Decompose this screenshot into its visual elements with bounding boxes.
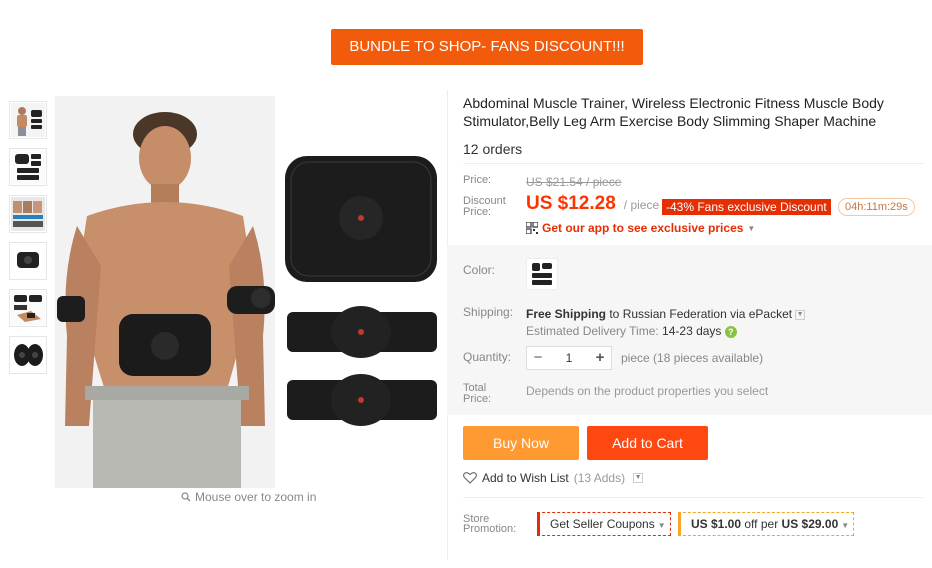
color-label: Color: (463, 263, 496, 277)
discount-price-label: Discount Price: (463, 195, 506, 218)
estimated-delivery-value: 14-23 days (662, 324, 722, 338)
chevron-down-icon[interactable]: ▼ (633, 473, 644, 483)
store-discount-button[interactable]: US $1.00 off per US $29.00 ▼ (678, 512, 854, 536)
store-discount-amount: US $1.00 (691, 517, 742, 531)
thumbnail-3[interactable] (9, 195, 47, 233)
add-to-cart-button[interactable]: Add to Cart (587, 426, 708, 460)
buy-now-button[interactable]: Buy Now (463, 426, 579, 460)
store-promotion-label: Store Promotion: (463, 513, 517, 535)
thumbnail-2[interactable] (9, 148, 47, 186)
order-count: 12 orders (463, 141, 523, 157)
app-prices-link[interactable]: Get our app to see exclusive prices ▼ (526, 221, 755, 235)
thumbnail-6[interactable] (9, 336, 47, 374)
qr-code-icon (526, 222, 538, 234)
shipping-label: Shipping: (463, 305, 514, 319)
heart-plus-icon (463, 472, 477, 484)
shipping-destination: to Russian Federation via ePacket (606, 307, 793, 321)
caret-down-icon: ▼ (747, 223, 756, 233)
discount-badge: -43% Fans exclusive Discount (662, 199, 831, 215)
total-price-value: Depends on the product properties you se… (526, 384, 769, 398)
product-info: Abdominal Muscle Trainer, Wireless Elect… (447, 90, 932, 568)
quantity-stepper: − 1 + (526, 346, 612, 370)
quantity-increment-button[interactable]: + (589, 347, 611, 369)
quantity-decrement-button[interactable]: − (527, 347, 549, 369)
promo-banner[interactable]: BUNDLE TO SHOP- FANS DISCOUNT!!! (331, 29, 643, 65)
price-unit: / piece (623, 198, 660, 212)
countdown-timer: 04h:11m:29s (838, 198, 915, 216)
help-icon[interactable]: ? (724, 325, 737, 338)
chevron-down-icon[interactable]: ▼ (795, 309, 806, 320)
caret-down-icon: ▼ (657, 521, 666, 530)
estimated-delivery-label: Estimated Delivery Time: (526, 324, 663, 338)
thumbnail-5[interactable] (9, 289, 47, 327)
free-shipping-text: Free Shipping (526, 307, 607, 321)
quantity-input[interactable]: 1 (549, 351, 589, 365)
wishlist-count: (13 Adds) (573, 471, 626, 485)
zoom-hint-text: Mouse over to zoom in (195, 490, 317, 504)
caret-down-icon: ▼ (841, 521, 850, 530)
main-product-image[interactable] (55, 96, 443, 488)
quantity-available: piece (18 pieces available) (621, 351, 764, 365)
add-to-wishlist[interactable]: Add to Wish List (13 Adds) ▼ (463, 471, 644, 485)
store-discount-mid: off per (741, 517, 782, 531)
total-price-label: Total Price: (463, 382, 492, 405)
color-option[interactable] (526, 258, 558, 290)
shipping-method[interactable]: Free Shipping to Russian Federation via … (526, 307, 806, 321)
divider (463, 163, 923, 164)
original-price: US $21.54 / piece (526, 175, 622, 189)
magnifier-icon (181, 492, 191, 502)
store-discount-min: US $29.00 (781, 517, 839, 531)
seller-coupons-text: Get Seller Coupons (550, 517, 655, 531)
thumbnail-list (9, 101, 49, 383)
color-swatch-image (532, 263, 552, 285)
thumbnail-1[interactable] (9, 101, 47, 139)
zoom-hint: Mouse over to zoom in (181, 490, 316, 504)
discount-price: US $12.28 (526, 193, 616, 214)
seller-coupons-button[interactable]: Get Seller Coupons ▼ (537, 512, 671, 536)
app-prices-text: Get our app to see exclusive prices (542, 221, 744, 235)
product-title: Abdominal Muscle Trainer, Wireless Elect… (463, 95, 884, 129)
discount-price-row: US $12.28 / piece (526, 193, 659, 215)
wishlist-text: Add to Wish List (482, 471, 569, 485)
thumbnail-4[interactable] (9, 242, 47, 280)
divider (463, 497, 923, 498)
quantity-label: Quantity: (463, 350, 512, 364)
price-label: Price: (463, 174, 492, 186)
estimated-delivery: Estimated Delivery Time: 14-23 days ? (526, 324, 737, 338)
